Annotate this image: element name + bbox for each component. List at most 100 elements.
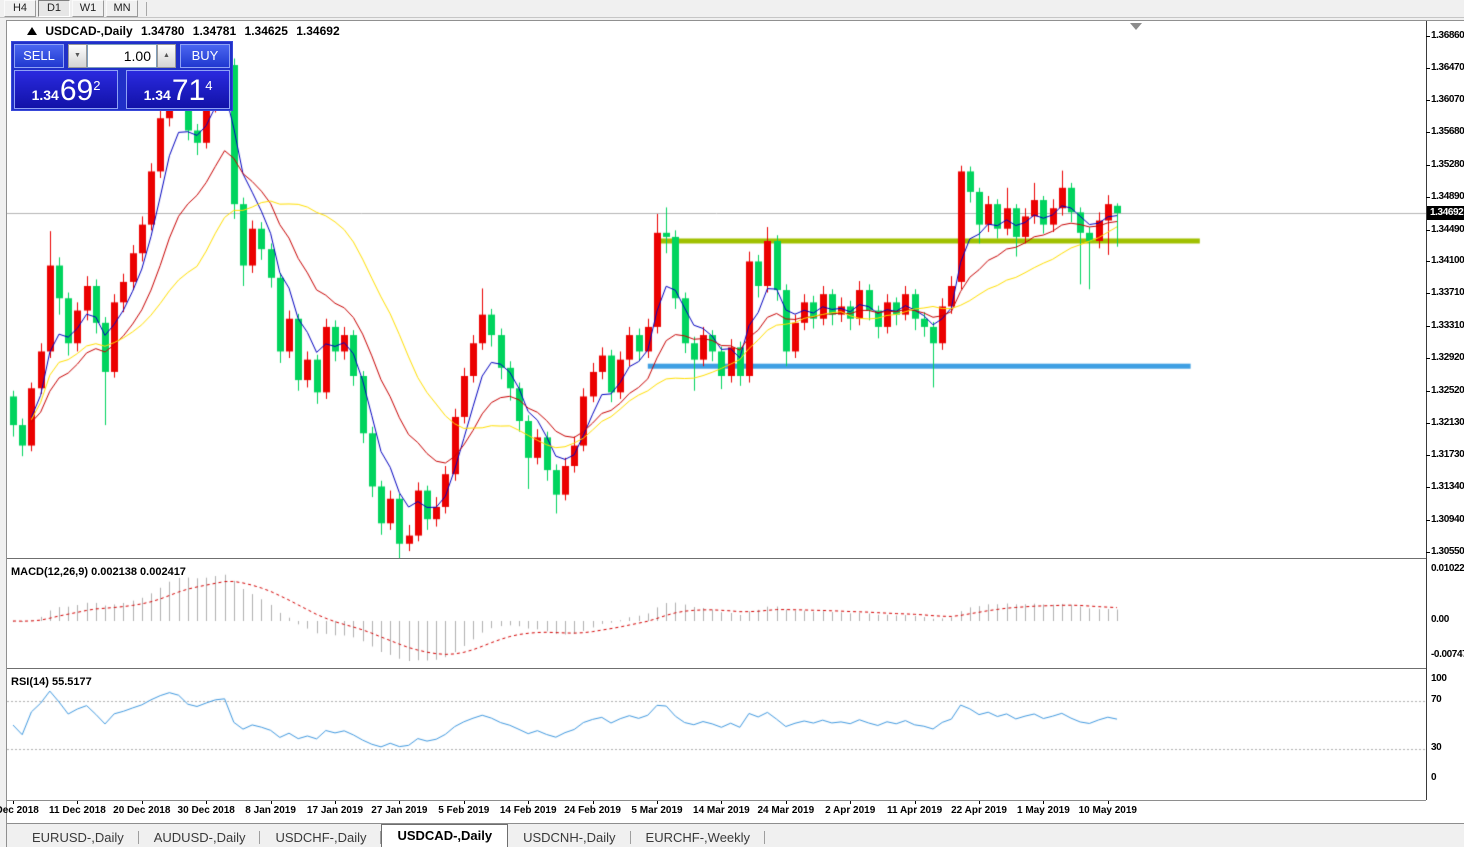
date-tick-mark: [979, 801, 980, 804]
date-tick-mark: [399, 801, 400, 804]
axis-tick-mark: [1426, 261, 1430, 262]
buy-button[interactable]: BUY: [180, 44, 230, 68]
rsi-axis-label: 30: [1431, 742, 1464, 753]
price-axis-label: 1.30550: [1431, 546, 1464, 557]
date-tick-mark: [142, 801, 143, 804]
ohlc-open: 1.34780: [141, 24, 184, 38]
macd-axis-label: 0.00: [1431, 614, 1464, 625]
buy-price-main: 71: [172, 77, 205, 105]
date-axis-label: 24 Mar 2019: [757, 805, 814, 816]
chart-window: 1.34692 USDCAD-,Daily 1.34780 1.34781 1.…: [6, 20, 1464, 847]
timeframe-button-w1[interactable]: W1: [72, 0, 104, 17]
price-axis-label: 1.30940: [1431, 514, 1464, 525]
sell-price-main: 69: [60, 77, 93, 105]
rsi-axis-label: 70: [1431, 694, 1464, 705]
tab-eurusd-daily[interactable]: EURUSD-,Daily: [17, 827, 139, 847]
price-axis-label: 1.32520: [1431, 385, 1464, 396]
price-axis-label: 1.36070: [1431, 94, 1464, 105]
chart-symbol: USDCAD-,Daily: [45, 24, 132, 38]
tab-usdchf-daily[interactable]: USDCHF-,Daily: [260, 827, 381, 847]
timeframe-button-h4[interactable]: H4: [4, 0, 36, 17]
price-axis-label: 1.34100: [1431, 255, 1464, 266]
date-axis-label: 14 Feb 2019: [500, 805, 557, 816]
axis-tick-mark: [1426, 230, 1430, 231]
axis-tick-mark: [1426, 423, 1430, 424]
date-tick-mark: [1043, 801, 1044, 804]
price-axis-label: 1.36470: [1431, 62, 1464, 73]
timeframe-button-d1[interactable]: D1: [38, 0, 70, 17]
price-axis-label: 1.33310: [1431, 320, 1464, 331]
rsi-label: RSI(14) 55.5177: [11, 676, 92, 688]
price-axis-label: 1.31730: [1431, 449, 1464, 460]
ohlc-high: 1.34781: [193, 24, 236, 38]
axis-tick-mark: [1426, 391, 1430, 392]
sell-price-box[interactable]: 1.34 69 2: [14, 70, 118, 109]
date-axis-label: 1 May 2019: [1017, 805, 1070, 816]
rsi-axis-label: 100: [1431, 673, 1464, 684]
date-axis-label: 2 Apr 2019: [825, 805, 875, 816]
date-tick-mark: [13, 801, 14, 804]
macd-label: MACD(12,26,9) 0.002138 0.002417: [11, 566, 186, 578]
date-axis-label: 5 Mar 2019: [631, 805, 682, 816]
axis-tick-mark: [1426, 165, 1430, 166]
axis-tick-mark: [1426, 455, 1430, 456]
volume-increase-button[interactable]: ▲: [157, 44, 176, 68]
tab-usdcad-daily[interactable]: USDCAD-,Daily: [381, 824, 508, 847]
macd-axis-label: 0.010229: [1431, 563, 1464, 574]
rsi-axis-label: 0: [1431, 772, 1464, 783]
axis-tick-mark: [1426, 520, 1430, 521]
timeframe-button-mn[interactable]: MN: [106, 0, 138, 17]
current-price-tag: 1.34692: [1427, 206, 1464, 220]
price-axis-label: 1.36860: [1431, 30, 1464, 41]
price-axis-label: 1.35280: [1431, 159, 1464, 170]
date-tick-mark: [721, 801, 722, 804]
axis-tick-mark: [1426, 36, 1430, 37]
axis-tick-mark: [1426, 132, 1430, 133]
date-axis-label: 22 Apr 2019: [951, 805, 1007, 816]
date-axis-label: 11 Apr 2019: [887, 805, 942, 816]
trading-terminal: H4D1W1MN 1.34692 USDCAD-,Daily 1.34780 1…: [0, 0, 1464, 847]
date-tick-mark: [206, 801, 207, 804]
date-tick-mark: [657, 801, 658, 804]
date-tick-mark: [271, 801, 272, 804]
macd-pane-canvas[interactable]: [7, 561, 1426, 668]
price-axis-label: 1.34890: [1431, 191, 1464, 202]
price-axis-label: 1.32920: [1431, 352, 1464, 363]
chart-tab-bar: EURUSD-,DailyAUDUSD-,DailyUSDCHF-,DailyU…: [7, 823, 1464, 847]
ohlc-close: 1.34692: [296, 24, 339, 38]
tab-audusd-daily[interactable]: AUDUSD-,Daily: [139, 827, 261, 847]
date-tick-mark: [593, 801, 594, 804]
rsi-pane-canvas[interactable]: [7, 671, 1426, 799]
date-axis-label: 24 Feb 2019: [564, 805, 621, 816]
date-axis-label: 8 Jan 2019: [245, 805, 296, 816]
axis-tick-mark: [1426, 487, 1430, 488]
sell-price-prefix: 1.34: [32, 85, 59, 105]
price-axis-label: 1.31340: [1431, 481, 1464, 492]
date-tick-mark: [850, 801, 851, 804]
axis-tick-mark: [1426, 326, 1430, 327]
axis-tick-mark: [1426, 100, 1430, 101]
axis-tick-mark: [1426, 68, 1430, 69]
sell-price-pip: 2: [93, 78, 100, 93]
date-axis-label: 2 Dec 2018: [0, 805, 39, 816]
date-tick-mark: [915, 801, 916, 804]
tab-usdcnh-daily[interactable]: USDCNH-,Daily: [508, 827, 630, 847]
date-axis-label: 27 Jan 2019: [371, 805, 427, 816]
date-axis-label: 30 Dec 2018: [178, 805, 235, 816]
date-axis-label: 14 Mar 2019: [693, 805, 750, 816]
volume-input[interactable]: 1.00: [87, 44, 157, 68]
buy-price-box[interactable]: 1.34 71 4: [126, 70, 230, 109]
volume-decrease-button[interactable]: ▼: [68, 44, 87, 68]
sell-button[interactable]: SELL: [14, 44, 64, 68]
one-click-trade-panel: SELL ▼ 1.00 ▲ BUY 1.34 69 2 1.34 71 4: [11, 41, 233, 111]
toolbar-separator: [146, 2, 147, 16]
chart-title: USDCAD-,Daily 1.34780 1.34781 1.34625 1.…: [27, 24, 345, 38]
price-axis-divider: [1426, 21, 1427, 800]
price-axis-label: 1.34490: [1431, 224, 1464, 235]
date-tick-mark: [464, 801, 465, 804]
date-tick-mark: [786, 801, 787, 804]
date-axis-label: 20 Dec 2018: [113, 805, 170, 816]
tab-eurchf-weekly[interactable]: EURCHF-,Weekly: [631, 827, 766, 847]
date-axis-label: 17 Jan 2019: [307, 805, 363, 816]
date-tick-mark: [528, 801, 529, 804]
